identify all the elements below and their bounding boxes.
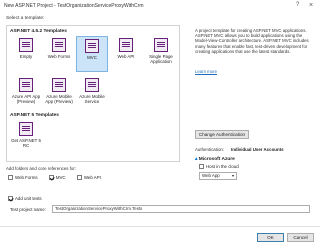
- checkbox-box[interactable]: [8, 175, 13, 181]
- web-forms-icon: [52, 38, 66, 52]
- checkbox-box[interactable]: [48, 175, 54, 181]
- test-project-name-label: Test project name:: [10, 207, 46, 212]
- group-header-aspnet5: ASP.NET 5 Templates: [10, 113, 59, 118]
- chevron-down-icon: ▾: [231, 173, 234, 178]
- azure-hosting-select[interactable]: Web App ▾: [199, 172, 237, 180]
- change-authentication-button[interactable]: Change Authentication: [195, 130, 249, 139]
- checkbox-box[interactable]: [76, 175, 82, 181]
- footer-divider: [0, 226, 320, 227]
- add-folders-label: Add folders and core references for:: [6, 166, 77, 171]
- spa-icon: [154, 38, 168, 52]
- template-web-api[interactable]: Web API: [110, 36, 142, 72]
- azure-mobile-service-icon: [85, 78, 99, 92]
- references-row: Web Forms MVC Web API: [8, 175, 111, 181]
- azure-icon: ▴: [195, 157, 198, 162]
- template-azure-mobile-app[interactable]: Azure Mobile App (Preview): [43, 76, 75, 112]
- cancel-button[interactable]: Cancel: [287, 233, 314, 242]
- add-unit-tests-label: Add unit tests: [15, 196, 42, 201]
- azure-api-app-icon: [19, 78, 33, 92]
- template-label: MVC: [87, 55, 97, 60]
- template-label: Single Page Application: [149, 54, 173, 64]
- template-mvc[interactable]: MVC: [76, 36, 108, 72]
- authentication-label: Authentication:: [195, 147, 225, 152]
- checkbox-box[interactable]: [8, 196, 13, 202]
- aspnet5-icon: [19, 122, 33, 136]
- group-header-aspnet452: ASP.NET 4.5.2 Templates: [10, 29, 67, 34]
- mvc-reference-label: MVC: [55, 175, 66, 180]
- template-list: ASP.NET 4.5.2 Templates Empty Web Forms …: [6, 25, 180, 162]
- add-unit-tests-checkbox[interactable]: Add unit tests: [8, 196, 42, 202]
- template-azure-api-app[interactable]: Azure API App (Preview): [10, 76, 42, 112]
- checkbox-box[interactable]: [199, 164, 204, 170]
- webapi-reference-checkbox[interactable]: Web API: [76, 175, 101, 181]
- close-icon[interactable]: ×: [309, 2, 313, 9]
- mvc-reference-checkbox[interactable]: MVC: [48, 175, 66, 181]
- webapi-reference-label: Web API: [83, 175, 101, 180]
- template-label: Web API: [117, 54, 135, 59]
- template-label: Empty: [19, 54, 33, 59]
- help-icon[interactable]: ?: [296, 2, 299, 8]
- host-in-cloud-checkbox[interactable]: Host in the cloud: [199, 164, 239, 170]
- webforms-reference-checkbox[interactable]: Web Forms: [8, 175, 38, 181]
- empty-template-icon: [19, 38, 33, 52]
- template-label: Azure Mobile App (Preview): [45, 94, 73, 104]
- window-title: New ASP.NET Project - TestOrganizationSe…: [4, 3, 144, 9]
- authentication-value: Individual User Accounts: [231, 147, 284, 152]
- azure-hosting-value: Web App: [202, 173, 220, 178]
- title-bar: New ASP.NET Project - TestOrganizationSe…: [0, 0, 320, 12]
- test-project-name-input[interactable]: TestOrganizationServiceProxyWithCrm.Test…: [52, 205, 310, 213]
- template-get-aspnet5-rc[interactable]: Get ASP.NET 5 RC: [10, 120, 42, 156]
- template-single-page-application[interactable]: Single Page Application: [143, 36, 179, 72]
- web-api-icon: [119, 38, 133, 52]
- template-description: A project template for creating ASP.NET …: [195, 28, 309, 54]
- learn-more-link[interactable]: Learn more: [195, 69, 217, 74]
- azure-header-label: Microsoft Azure: [198, 157, 235, 162]
- template-azure-mobile-service[interactable]: Azure Mobile Service: [76, 76, 108, 112]
- host-in-cloud-label: Host in the cloud: [206, 164, 239, 169]
- ok-button[interactable]: OK: [257, 233, 284, 242]
- azure-header: ▴ Microsoft Azure: [195, 157, 235, 162]
- select-template-label: Select a template:: [6, 16, 45, 21]
- template-label: Web Forms: [47, 54, 71, 59]
- template-label: Get ASP.NET 5 RC: [11, 138, 41, 148]
- template-label: Azure Mobile Service: [79, 94, 105, 104]
- template-label: Azure API App (Preview): [11, 94, 41, 104]
- template-web-forms[interactable]: Web Forms: [43, 36, 75, 72]
- webforms-reference-label: Web Forms: [15, 175, 38, 180]
- azure-mobile-app-icon: [52, 78, 66, 92]
- template-empty[interactable]: Empty: [10, 36, 42, 72]
- mvc-icon: [85, 39, 99, 53]
